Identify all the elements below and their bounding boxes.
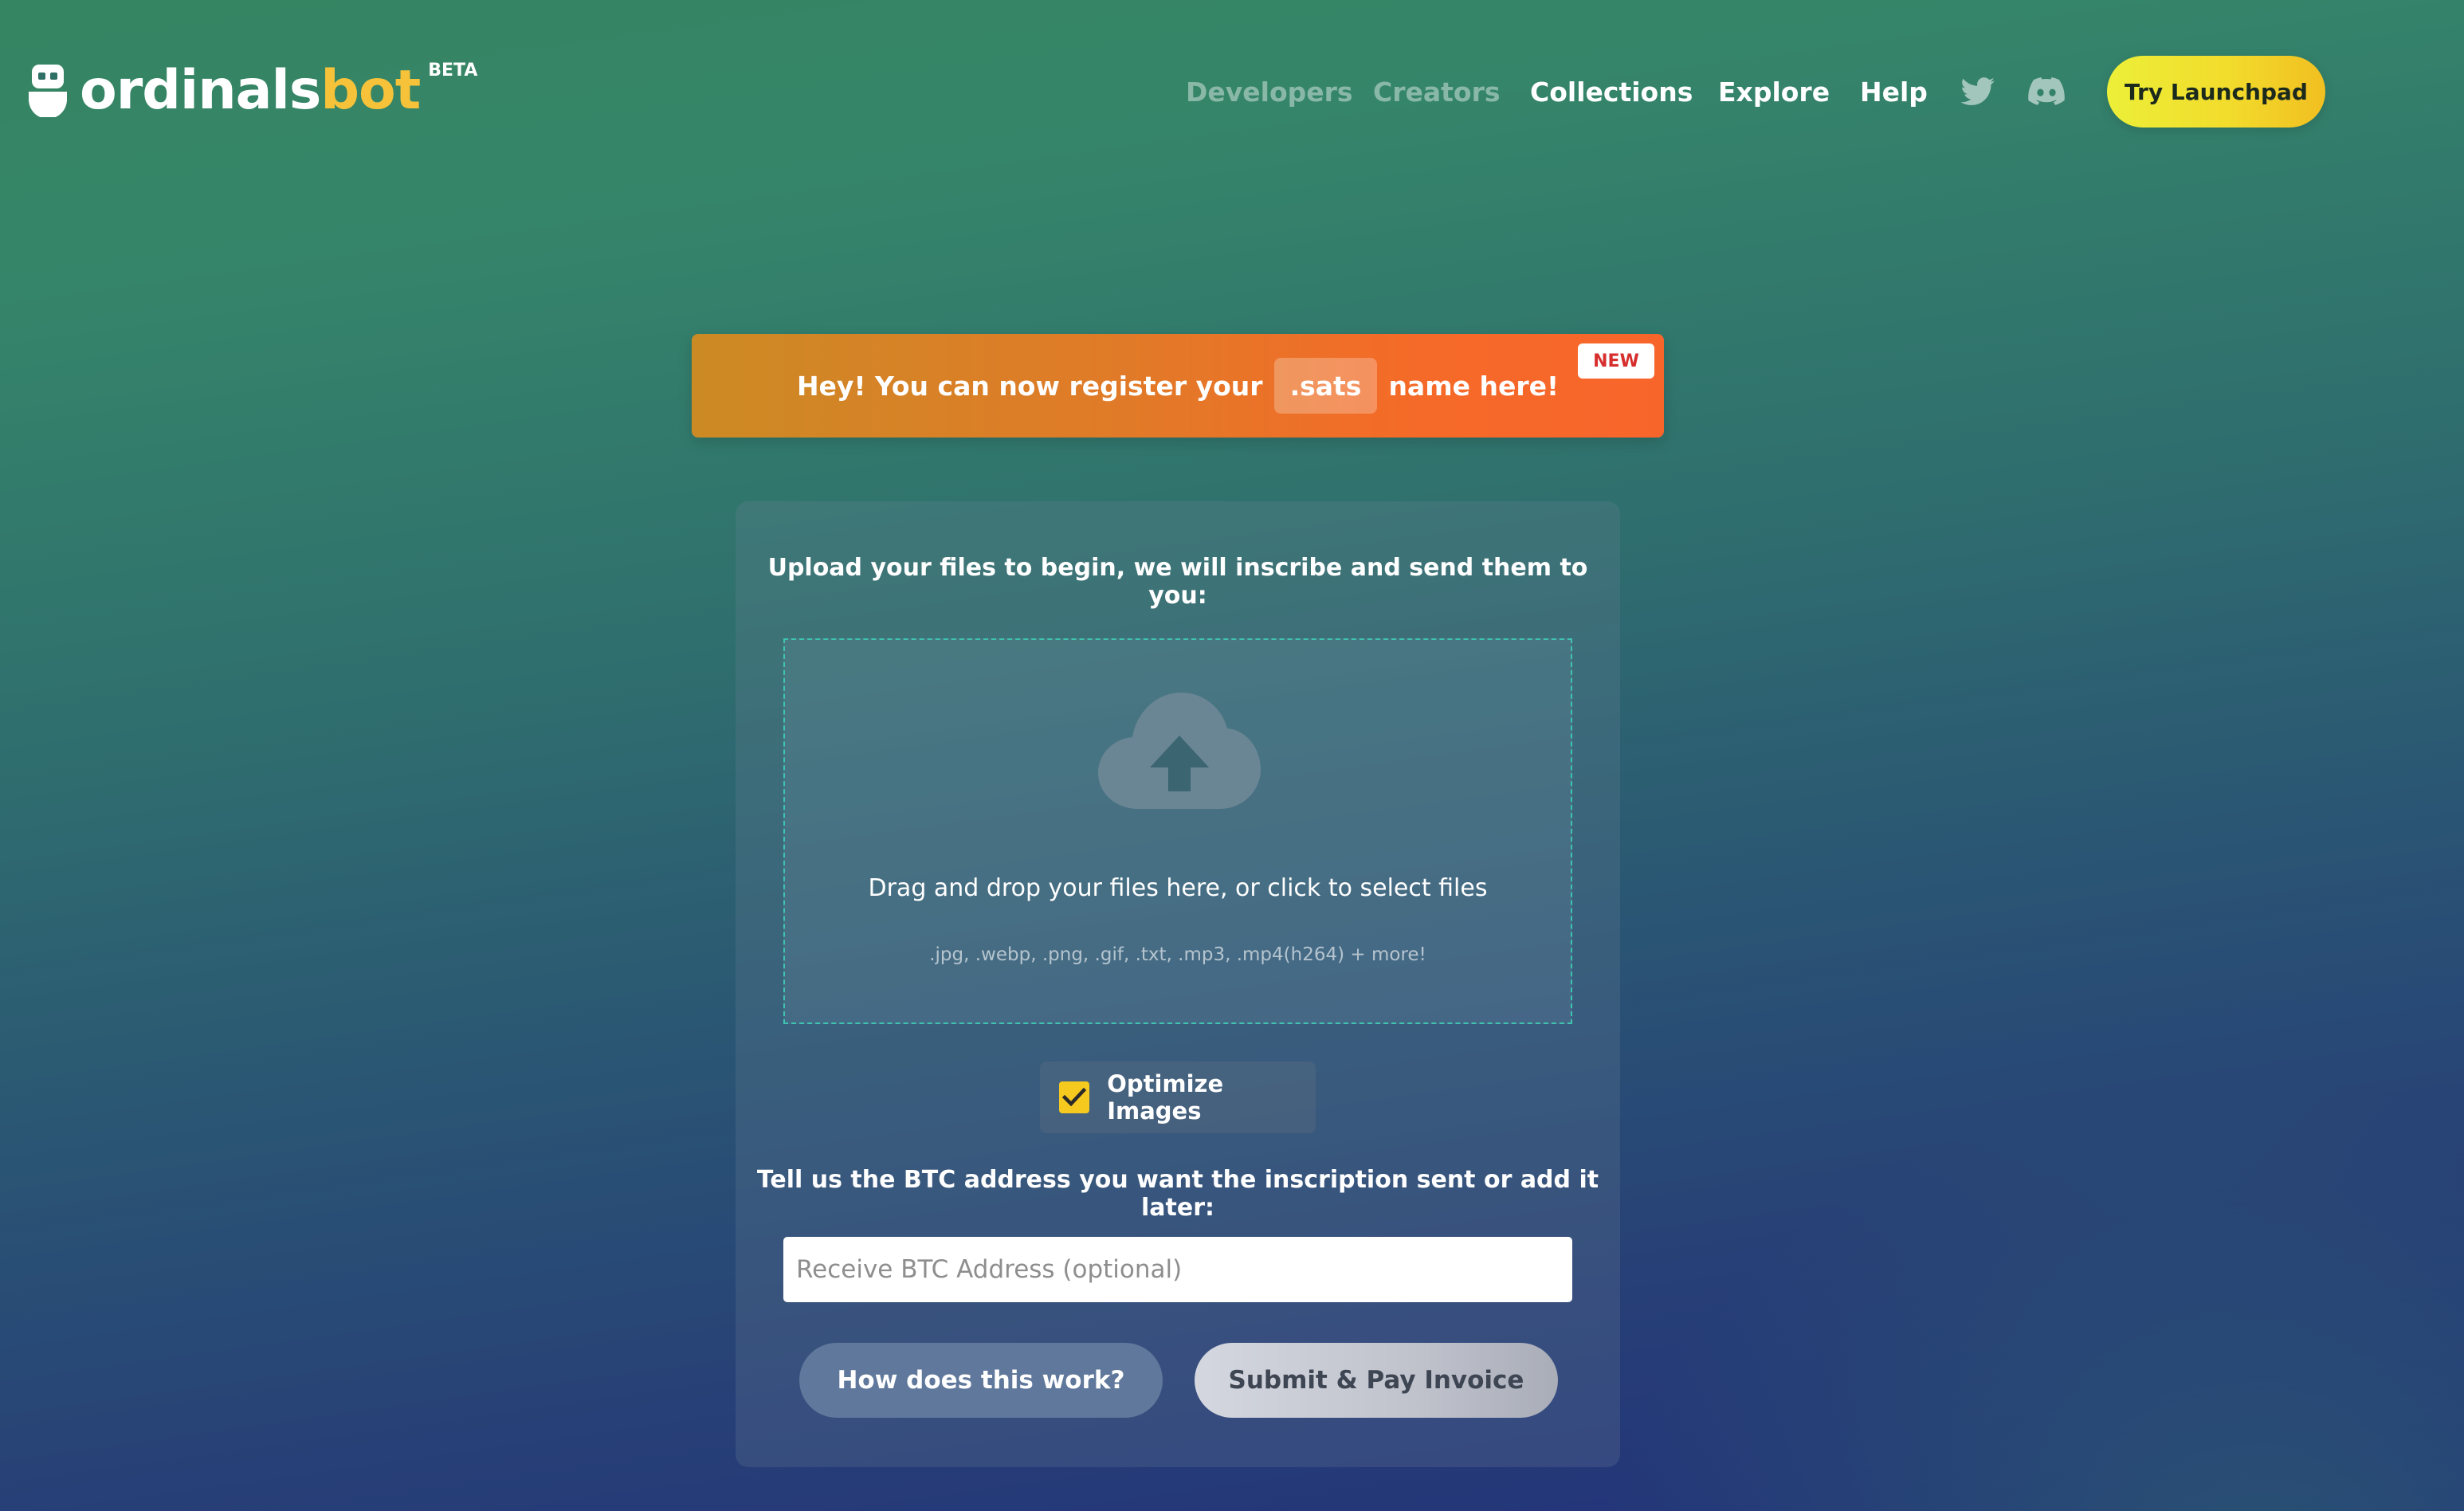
banner-text-before: Hey! You can now register your	[796, 370, 1263, 402]
nav-help[interactable]: Help	[1860, 77, 1928, 108]
main-nav-creators: Creators	[1373, 70, 1501, 113]
main-nav-explore: Explore	[1718, 70, 1830, 113]
supported-formats: .jpg, .webp, .png, .gif, .txt, .mp3, .mp…	[929, 944, 1426, 965]
robot-logo-icon	[29, 65, 67, 119]
brand-name-part2: bot	[320, 59, 421, 122]
upload-title: Upload your files to begin, we will insc…	[767, 554, 1588, 610]
dropzone-instructions: Drag and drop your files here, or click …	[868, 874, 1488, 902]
nav-explore[interactable]: Explore	[1718, 77, 1830, 108]
optimize-images-checkbox[interactable]	[1059, 1081, 1090, 1113]
btc-address-label: Tell us the BTC address you want the ins…	[756, 1166, 1599, 1222]
btc-address-input[interactable]	[783, 1237, 1572, 1302]
file-dropzone[interactable]: Drag and drop your files here, or click …	[783, 638, 1572, 1024]
beta-label: BETA	[428, 61, 478, 80]
upload-card: Upload your files to begin, we will insc…	[736, 501, 1620, 1467]
twitter-icon[interactable]	[1959, 73, 1997, 110]
site-header: ordinalsbot BETA Developers Creators Col…	[0, 0, 2464, 183]
optimize-images-toggle[interactable]: Optimize Images	[1040, 1062, 1316, 1133]
how-does-this-work-button[interactable]: How does this work?	[799, 1343, 1163, 1418]
checkmark-icon	[1062, 1087, 1087, 1107]
main-nav: Developers	[1186, 70, 1353, 113]
new-badge: NEW	[1578, 343, 1654, 379]
sats-announcement-banner[interactable]: Hey! You can now register your .sats nam…	[692, 334, 1664, 438]
nav-developers[interactable]: Developers	[1186, 77, 1353, 108]
submit-pay-invoice-button[interactable]: Submit & Pay Invoice	[1195, 1343, 1558, 1418]
main-nav-collections: Collections	[1530, 70, 1693, 113]
nav-creators[interactable]: Creators	[1373, 77, 1501, 108]
optimize-images-label: Optimize Images	[1107, 1070, 1224, 1124]
main-nav-help: Help	[1860, 70, 1928, 113]
brand-name-part1: ordinals	[80, 59, 321, 122]
cloud-upload-icon	[1098, 693, 1261, 812]
try-launchpad-button[interactable]: Try Launchpad	[2107, 56, 2325, 128]
sats-highlight-pill: .sats	[1273, 358, 1378, 414]
discord-icon[interactable]	[2027, 73, 2066, 110]
brand-logo[interactable]: ordinalsbot BETA	[29, 61, 478, 120]
nav-collections[interactable]: Collections	[1530, 77, 1693, 108]
brand-wordmark: ordinalsbot	[80, 64, 421, 118]
banner-text-after: name here!	[1388, 370, 1560, 402]
